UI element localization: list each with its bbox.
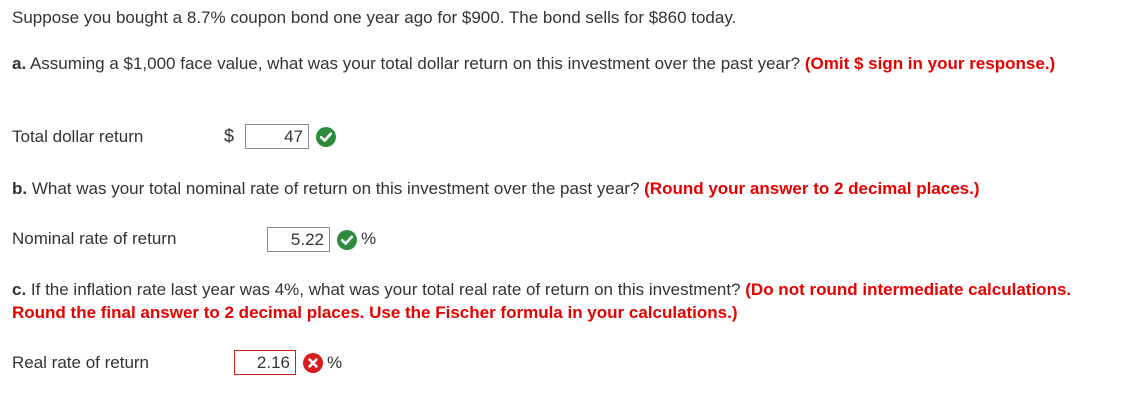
question-a-letter: a. bbox=[12, 54, 27, 73]
problem-intro: Suppose you bought a 8.7% coupon bond on… bbox=[12, 8, 737, 27]
check-circle-icon bbox=[316, 127, 336, 147]
nominal-rate-input[interactable]: 5.22 bbox=[267, 227, 330, 252]
question-b-instruction: (Round your answer to 2 decimal places.) bbox=[644, 179, 980, 198]
nominal-rate-unit: % bbox=[361, 229, 377, 248]
total-dollar-return-input[interactable]: 47 bbox=[245, 124, 309, 149]
check-circle-icon bbox=[337, 230, 357, 250]
question-b-letter: b. bbox=[12, 179, 28, 198]
real-rate-label: Real rate of return bbox=[12, 353, 150, 372]
question-c: c. If the inflation rate last year was 4… bbox=[12, 278, 1127, 324]
question-a-instruction: (Omit $ sign in your response.) bbox=[804, 54, 1056, 73]
question-c-text: If the inflation rate last year was 4%, … bbox=[26, 280, 746, 299]
question-b: b. What was your total nominal rate of r… bbox=[12, 177, 1127, 200]
nominal-rate-label: Nominal rate of return bbox=[12, 229, 177, 248]
real-rate-input[interactable]: 2.16 bbox=[234, 350, 296, 375]
question-a-text: Assuming a $1,000 face value, what was y… bbox=[26, 54, 805, 73]
question-c-letter: c. bbox=[12, 280, 27, 299]
real-rate-unit: % bbox=[327, 353, 343, 372]
question-a: a. Assuming a $1,000 face value, what wa… bbox=[12, 52, 1127, 75]
x-circle-icon bbox=[303, 353, 323, 373]
currency-symbol: $ bbox=[224, 126, 235, 146]
question-b-text: What was your total nominal rate of retu… bbox=[27, 179, 645, 198]
total-dollar-return-label: Total dollar return bbox=[12, 127, 144, 146]
